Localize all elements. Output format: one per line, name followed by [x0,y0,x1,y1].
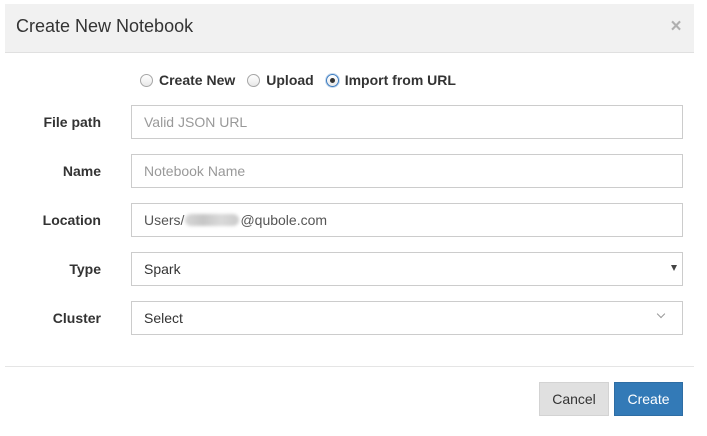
type-label: Type [69,261,101,277]
name-row: Name [0,154,707,188]
chevron-down-icon [656,309,666,319]
type-row: Type Spark [0,252,707,286]
radio-upload[interactable]: Upload [247,72,314,88]
notebook-name-input[interactable] [131,154,683,188]
radio-import-from-url-circle[interactable] [325,73,339,87]
file-path-input[interactable] [131,105,683,139]
location-row: Location Users/ @qubole.com [0,203,707,237]
dialog-title: Create New Notebook [16,16,194,36]
location-suffix: @qubole.com [240,212,328,228]
location-label: Location [42,212,101,228]
radio-create-new-circle[interactable] [140,73,153,87]
cluster-row: Cluster Select [0,301,707,335]
caret-down-icon [671,265,677,271]
source-type-radio-group: Create New Upload Import from URL [140,70,468,90]
radio-create-new-label: Create New [159,72,236,88]
cancel-button[interactable]: Cancel [539,382,609,416]
location-input[interactable]: Users/ @qubole.com [131,203,683,237]
cluster-select[interactable]: Select [131,301,683,335]
dialog-header: Create New Notebook × [5,4,694,53]
type-select[interactable]: Spark [131,252,683,286]
radio-import-from-url-label: Import from URL [344,72,456,88]
file-path-label: File path [43,114,101,130]
file-path-row: File path [0,105,707,139]
name-label: Name [62,163,101,179]
type-selected-value: Spark [144,261,181,277]
radio-upload-label: Upload [266,72,314,88]
cluster-label: Cluster [52,310,101,326]
radio-create-new[interactable]: Create New [140,72,235,88]
create-button[interactable]: Create [614,382,683,416]
redacted-username [185,214,240,226]
cluster-selected-value: Select [144,310,183,326]
radio-upload-circle[interactable] [247,73,261,87]
footer-divider [5,366,694,367]
close-icon[interactable]: × [668,17,684,37]
location-prefix: Users/ [144,212,185,228]
create-notebook-dialog: Create New Notebook × Create New Upload … [0,0,707,436]
radio-import-from-url[interactable]: Import from URL [325,72,456,88]
